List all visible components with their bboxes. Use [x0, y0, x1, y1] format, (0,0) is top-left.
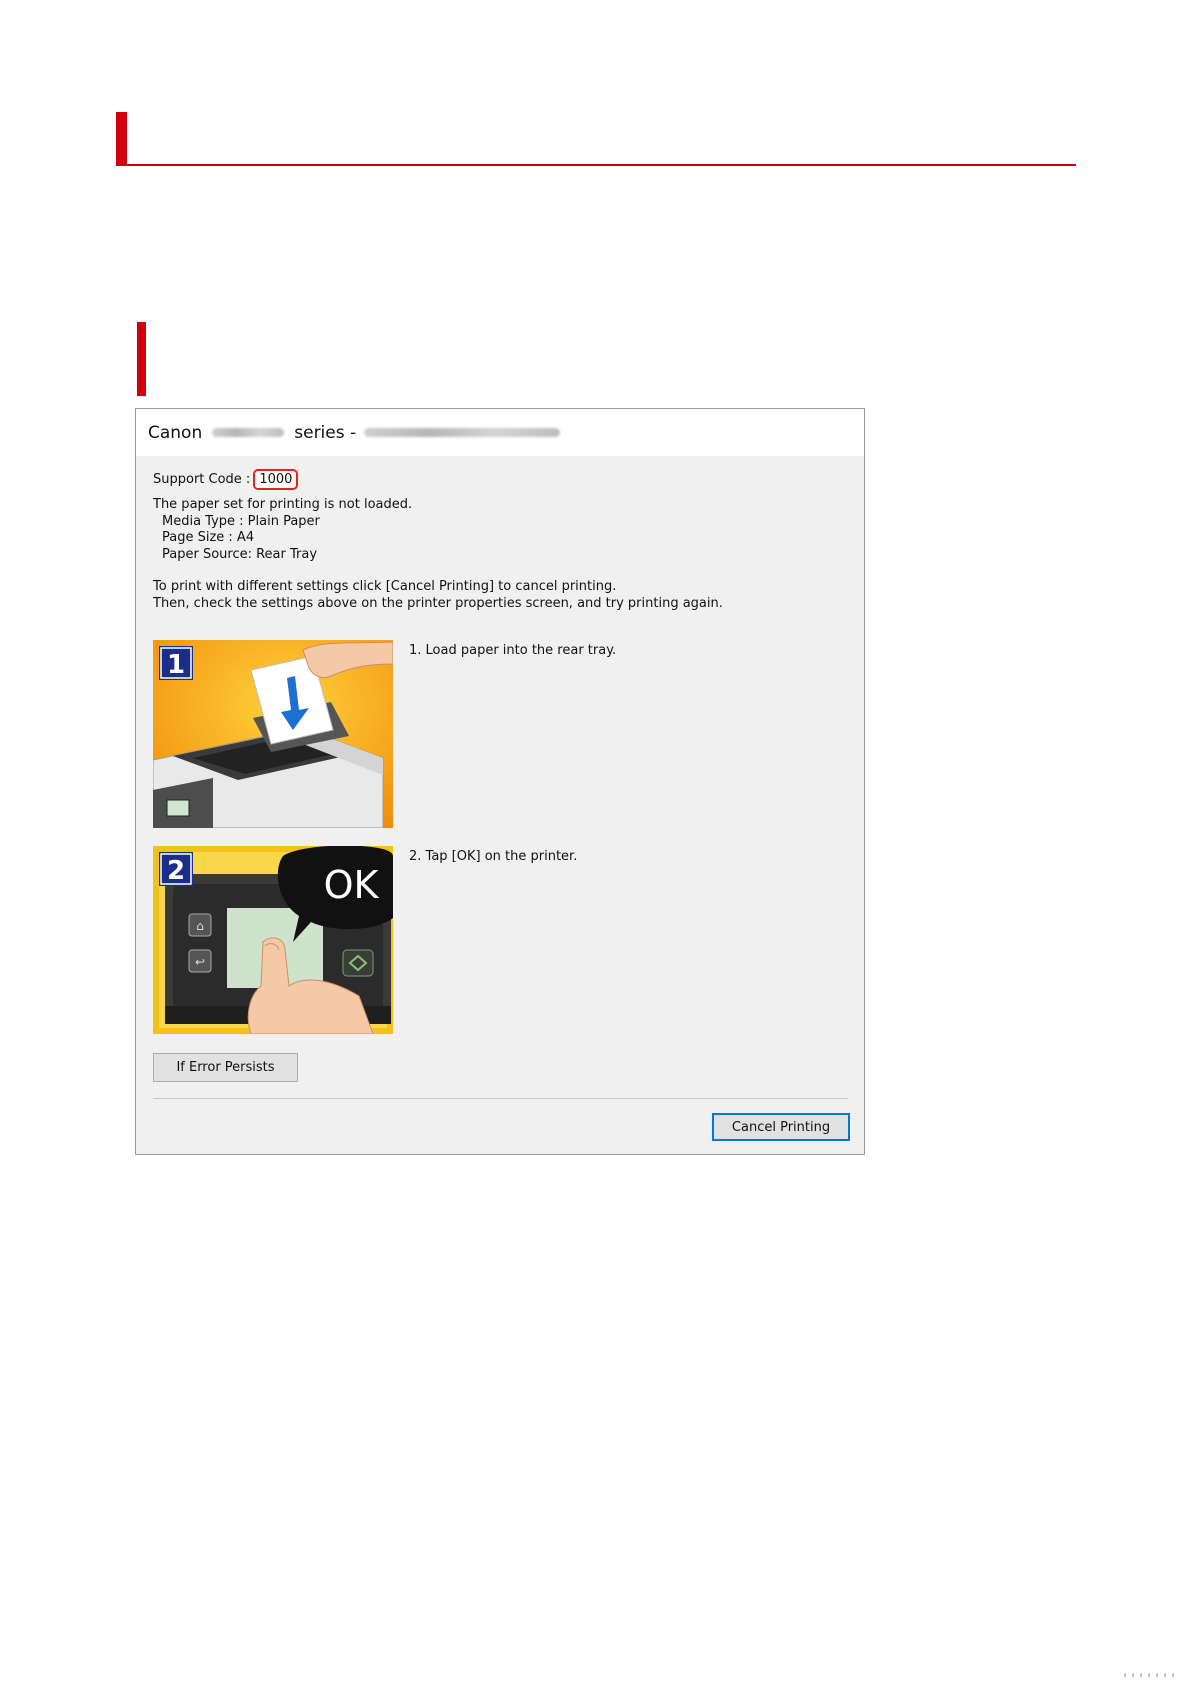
support-code-value: 1000	[253, 468, 299, 490]
instruction-line: Then, check the settings above on the pr…	[153, 595, 723, 611]
paper-source-line: Paper Source: Rear Tray	[162, 546, 318, 562]
media-type-line: Media Type : Plain Paper	[162, 513, 320, 529]
svg-text:↩: ↩	[195, 955, 205, 969]
error-message: The paper set for printing is not loaded…	[153, 497, 412, 563]
blurred-printer-id	[364, 428, 561, 437]
dialog-title-bar: Canon series -	[136, 409, 864, 456]
dialog-divider	[153, 1098, 848, 1099]
svg-text:⌂: ⌂	[196, 919, 204, 933]
page-edge-marks	[1124, 1673, 1180, 1677]
support-code-row: Support Code : 1000	[153, 467, 299, 491]
heading-accent-bar	[116, 112, 127, 166]
title-brand: Canon	[148, 422, 203, 443]
page-size-line: Page Size : A4	[162, 530, 255, 545]
cancel-printing-button[interactable]: Cancel Printing	[712, 1113, 850, 1141]
instruction-line: To print with different settings click […	[153, 579, 617, 594]
message-line: The paper set for printing is not loaded…	[153, 497, 413, 512]
blurred-model-name	[212, 428, 285, 437]
step2-badge: 2	[167, 856, 185, 886]
error-dialog: Canon series - Support Code : 1000 The p…	[135, 408, 865, 1155]
load-paper-illustration: 1	[153, 640, 393, 828]
support-code-label: Support Code :	[153, 471, 251, 487]
ok-callout-text: OK	[324, 863, 380, 907]
instruction-text: To print with different settings click […	[153, 579, 723, 612]
tap-ok-illustration: ⌂ ↩ OK 2	[153, 846, 393, 1034]
step1-illustration: 1	[153, 640, 393, 828]
title-series: series -	[294, 422, 357, 443]
if-error-persists-button[interactable]: If Error Persists	[153, 1053, 298, 1082]
step1-badge: 1	[167, 650, 185, 680]
step2-text: 2. Tap [OK] on the printer.	[409, 849, 578, 864]
section-heading	[116, 112, 1076, 166]
step2-illustration: ⌂ ↩ OK 2	[153, 846, 393, 1034]
heading-underline	[116, 164, 1076, 166]
step1-text: 1. Load paper into the rear tray.	[409, 643, 617, 658]
subheading-accent-bar	[137, 322, 146, 396]
